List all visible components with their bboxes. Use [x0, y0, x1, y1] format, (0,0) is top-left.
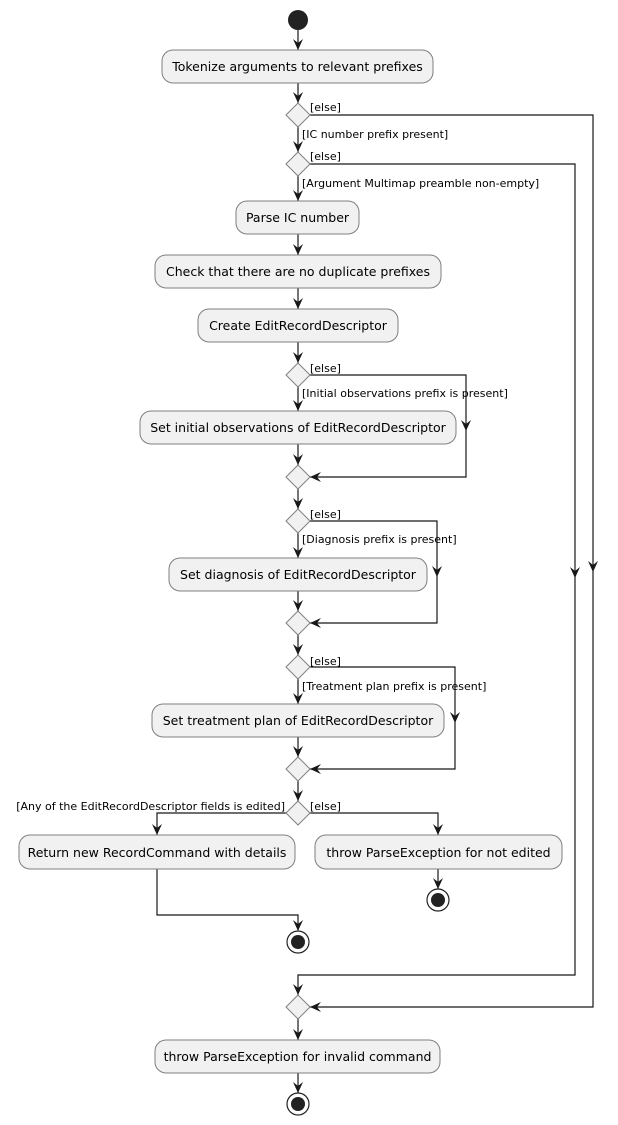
merge-invalid-command-diamond: [285, 994, 311, 1020]
stop-node-invalid: [286, 1092, 310, 1116]
guard-edited-else: [else]: [310, 800, 341, 813]
decision-treatment-plan-diamond: [285, 654, 311, 680]
guard-diag-present: [Diagnosis prefix is present]: [302, 533, 457, 546]
action-parse-ic: Parse IC number: [235, 200, 360, 235]
merge-diagnosis-diamond: [285, 610, 311, 636]
guard-initobs-else: [else]: [310, 362, 341, 375]
action-label: Set initial observations of EditRecordDe…: [150, 420, 446, 435]
action-label: throw ParseException for invalid command: [164, 1049, 432, 1064]
guard-initobs-present: [Initial observations prefix is present]: [302, 387, 508, 400]
action-throw-not-edited: throw ParseException for not edited: [314, 834, 563, 870]
merge-treatment-plan-diamond: [285, 756, 311, 782]
action-set-diagnosis: Set diagnosis of EditRecordDescriptor: [168, 557, 428, 592]
stop-node-return: [286, 930, 310, 954]
guard-preamble-else: [else]: [310, 150, 341, 163]
guard-ic-else: [else]: [310, 101, 341, 114]
action-create-descriptor: Create EditRecordDescriptor: [197, 308, 399, 343]
decision-ic-prefix-diamond: [285, 102, 311, 128]
action-check-duplicates: Check that there are no duplicate prefix…: [154, 254, 442, 289]
action-label: Parse IC number: [246, 210, 350, 225]
activity-diagram: Tokenize arguments to relevant prefixes …: [16, 10, 598, 1116]
action-label: throw ParseException for not edited: [326, 845, 550, 860]
action-label: Set treatment plan of EditRecordDescript…: [163, 713, 434, 728]
action-label: Set diagnosis of EditRecordDescriptor: [180, 567, 417, 582]
action-return-record-command: Return new RecordCommand with details: [18, 834, 296, 870]
merge-initial-observations-diamond: [285, 464, 311, 490]
edge-return-to-stop: [156, 869, 299, 930]
action-label: Create EditRecordDescriptor: [209, 318, 388, 333]
action-label: Tokenize arguments to relevant prefixes: [171, 59, 423, 74]
guard-ic-present: [IC number prefix present]: [302, 128, 448, 141]
action-set-treatment-plan: Set treatment plan of EditRecordDescript…: [151, 703, 445, 738]
action-throw-invalid-command: throw ParseException for invalid command: [154, 1039, 441, 1074]
guard-edited-yes: [Any of the EditRecordDescriptor fields …: [16, 800, 285, 813]
action-set-initial-observations: Set initial observations of EditRecordDe…: [139, 410, 457, 445]
decision-fields-edited-diamond: [285, 800, 311, 826]
stop-node-not-edited: [426, 888, 450, 912]
decision-preamble-diamond: [285, 151, 311, 177]
edge-edited-else: [310, 812, 439, 835]
guard-treat-present: [Treatment plan prefix is present]: [302, 680, 486, 693]
action-tokenize: Tokenize arguments to relevant prefixes: [161, 49, 434, 84]
action-label: Check that there are no duplicate prefix…: [166, 264, 430, 279]
start-node: [288, 10, 308, 30]
action-label: Return new RecordCommand with details: [28, 845, 287, 860]
decision-initial-observations-diamond: [285, 362, 311, 388]
edge-edited-yes: [156, 812, 286, 835]
guard-diag-else: [else]: [310, 508, 341, 521]
guard-preamble-nonempty: [Argument Multimap preamble non-empty]: [302, 177, 539, 190]
decision-diagnosis-diamond: [285, 508, 311, 534]
guard-treat-else: [else]: [310, 655, 341, 668]
